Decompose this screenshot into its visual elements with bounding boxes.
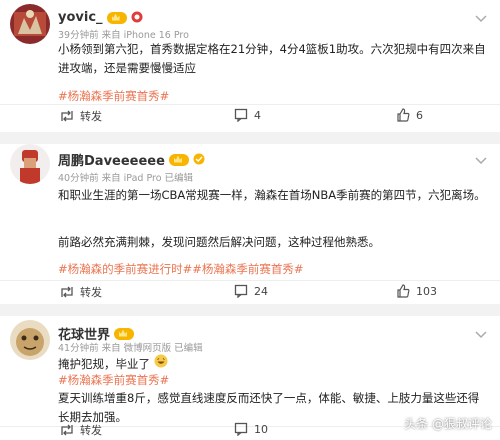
- post-text: 和职业生涯的第一场CBA常规赛一样，瀚森在首场NBA季前赛的第四节，六犯离场。: [58, 188, 486, 202]
- repost-icon: [61, 286, 73, 298]
- comment-count: 4: [254, 108, 261, 122]
- hashtag-link[interactable]: #杨瀚森季前赛首秀#: [58, 88, 169, 104]
- action-bar: 转发 4 6: [0, 108, 500, 132]
- avatar[interactable]: [10, 4, 50, 44]
- post-meta: 40分钟前 来自 iPad Pro 已编辑: [58, 173, 194, 184]
- chevron-down-icon[interactable]: [472, 10, 490, 24]
- vip-crown-icon: [168, 153, 189, 166]
- like-button[interactable]: 6: [396, 108, 423, 122]
- chevron-down-icon[interactable]: [472, 152, 490, 166]
- hashtag-link[interactable]: #杨瀚森季前赛首秀#: [58, 372, 169, 388]
- like-count: 6: [416, 108, 423, 122]
- avatar[interactable]: [10, 144, 50, 184]
- comment-icon: [234, 108, 248, 122]
- post-meta: 41分钟前 来自 微博网页版 已编辑: [58, 343, 203, 354]
- repost-button[interactable]: 转发: [60, 422, 102, 438]
- post-text-line: 掩护犯规，毕业了: [58, 356, 150, 371]
- watermark-text: 头条 @狠叔评论: [404, 417, 492, 431]
- thumbs-up-icon: [397, 108, 410, 122]
- repost-button[interactable]: 转发: [60, 108, 102, 124]
- username[interactable]: 周鹏Daveeeeee: [58, 150, 165, 169]
- username[interactable]: yovic_: [58, 10, 103, 25]
- repost-label: 转发: [80, 286, 102, 299]
- comment-count: 24: [254, 284, 268, 298]
- post-text: 小杨领到第六犯，首秀数据定格在21分钟，4分4篮板1助攻。六次犯规中有四次来自进…: [58, 42, 486, 75]
- divider: [0, 104, 500, 105]
- post-text-paragraph-2: 前路必然充满荆棘，发现问题然后解决问题，这种过程他熟悉。: [58, 235, 380, 249]
- divider: [0, 280, 500, 281]
- post-1: yovic_ 39分钟前 来自 iPhone 16 Pro 小杨领到第六犯，首秀…: [0, 0, 500, 128]
- vip-crown-icon: [106, 11, 127, 24]
- repost-icon: [61, 110, 73, 122]
- vip-crown-icon: [114, 327, 135, 340]
- post-separator: [0, 304, 500, 316]
- like-button[interactable]: 103: [396, 284, 437, 298]
- like-count: 103: [416, 284, 437, 298]
- watermark: 头条 @狠叔评论: [404, 415, 492, 432]
- comment-button[interactable]: 24: [234, 284, 268, 298]
- comment-icon: [234, 284, 248, 298]
- comment-icon: [234, 422, 248, 436]
- verified-badge-icon: [193, 150, 205, 169]
- post-meta: 39分钟前 来自 iPhone 16 Pro: [58, 30, 189, 41]
- post-text: 掩护犯规，毕业了: [58, 354, 490, 374]
- comment-count: 10: [254, 422, 268, 436]
- post-separator: [0, 132, 500, 144]
- hashtag-link[interactable]: #杨瀚森的季前赛进行时##杨瀚森季前赛首秀#: [58, 261, 304, 277]
- comment-button[interactable]: 4: [234, 108, 261, 122]
- comment-button[interactable]: 10: [234, 422, 268, 436]
- thumbs-up-icon: [397, 284, 410, 298]
- repost-label: 转发: [80, 110, 102, 123]
- repost-label: 转发: [80, 424, 102, 437]
- repost-icon: [61, 424, 73, 436]
- chevron-down-icon[interactable]: [472, 326, 490, 340]
- laughing-emoji-icon: [154, 354, 168, 374]
- avatar[interactable]: [10, 320, 50, 360]
- member-badge-icon: [131, 8, 143, 27]
- repost-button[interactable]: 转发: [60, 284, 102, 300]
- post-2: 周鹏Daveeeeee 40分钟前 来自 iPad Pro 已编辑 和职业生涯的…: [0, 144, 500, 304]
